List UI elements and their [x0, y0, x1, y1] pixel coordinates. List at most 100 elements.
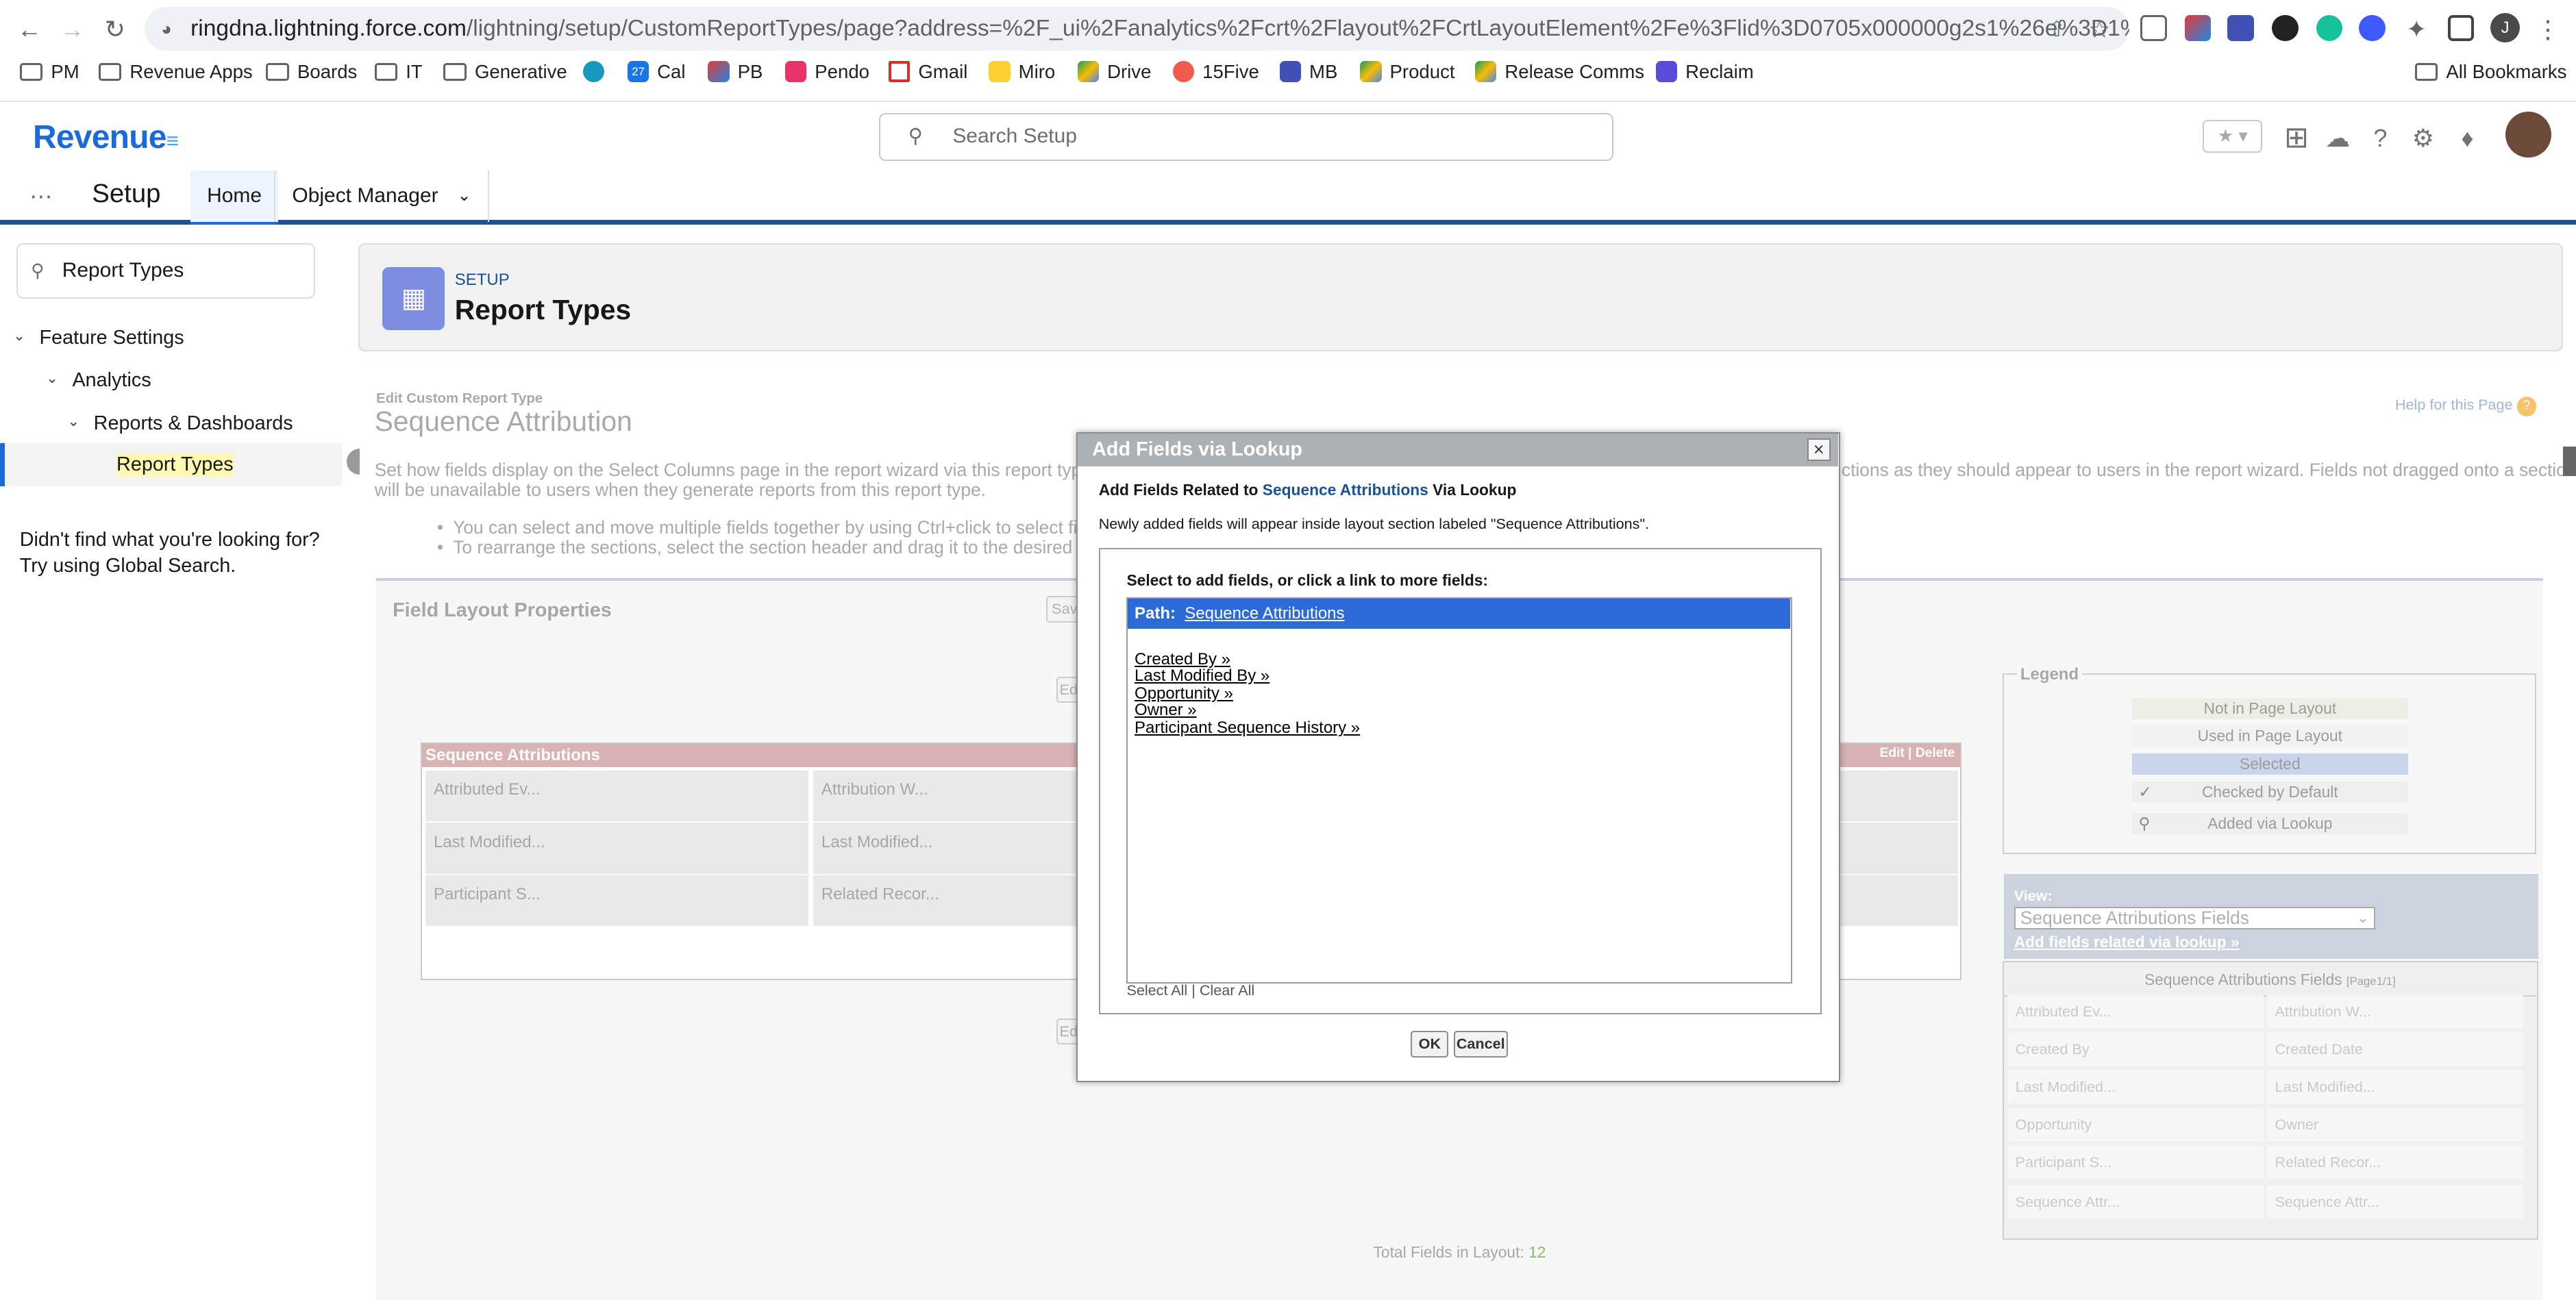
camera-ext-icon[interactable] — [2140, 14, 2167, 41]
tree-report-types[interactable]: Report Types — [116, 453, 234, 476]
menu-icon[interactable]: ⋮ — [2531, 13, 2564, 46]
chevron-down-icon[interactable]: ⌄ — [457, 171, 471, 221]
available-field[interactable]: Attribution W... — [2266, 995, 2523, 1028]
available-field[interactable]: Sequence Attr... — [2266, 1185, 2523, 1218]
ok-button[interactable]: OK — [1411, 1031, 1449, 1058]
bookmark-drive[interactable]: Drive — [1077, 61, 1151, 83]
site-info-icon[interactable]: ◕ — [161, 7, 172, 51]
reload-icon[interactable]: ↻ — [99, 13, 132, 46]
forward-icon[interactable]: → — [56, 13, 89, 46]
scrollbar-thumb[interactable] — [2562, 447, 2576, 477]
bookmark-salesforce[interactable] — [583, 60, 605, 82]
sidepanel-icon[interactable] — [2447, 14, 2475, 41]
all-bookmarks[interactable]: All Bookmarks — [2414, 61, 2566, 83]
add-lookup-link[interactable]: Add fields related via lookup » — [2014, 933, 2240, 951]
back-icon[interactable]: ← — [13, 13, 46, 46]
folder-icon — [19, 62, 43, 81]
notifications-bell-icon[interactable]: ♦ — [2453, 123, 2482, 153]
bookmark-pendo[interactable]: Pendo — [785, 61, 869, 83]
bookmark-pm[interactable]: PM — [19, 61, 79, 83]
view-select[interactable]: Sequence Attributions Fields ⌄ — [2014, 906, 2376, 930]
trailhead-icon[interactable]: ☁ — [2323, 123, 2352, 153]
user-avatar[interactable] — [2505, 112, 2551, 158]
help-for-page-link[interactable]: Help for this Page ? — [2395, 396, 2537, 416]
available-field[interactable]: Sequence Attr... — [2007, 1185, 2264, 1218]
available-field[interactable]: Created By — [2007, 1032, 2264, 1066]
section-title: Sequence Attributions — [425, 745, 600, 764]
quick-find-input[interactable]: ⚲ Report Types — [16, 242, 316, 299]
select-all-link[interactable]: Select All — [1126, 982, 1187, 999]
chevron-down-icon[interactable]: ⌄ — [67, 412, 79, 430]
clear-all-link[interactable]: Clear All — [1200, 982, 1254, 999]
address-bar[interactable]: ◕ ringdna.lightning.force.com/lightning/… — [145, 6, 2129, 51]
help-icon[interactable]: ? — [2366, 123, 2395, 153]
collapse-handle[interactable] — [346, 448, 360, 475]
available-field[interactable]: Participant S... — [2007, 1146, 2264, 1179]
bookmark-mb[interactable]: MB — [1279, 61, 1337, 83]
section-cell[interactable]: Related Recor... — [813, 875, 1076, 927]
available-field[interactable]: Last Modified... — [2007, 1070, 2264, 1103]
extensions-icon[interactable]: ✦ — [2400, 13, 2433, 46]
bookmark-generative[interactable]: Generative — [443, 61, 567, 83]
chevron-down-icon[interactable]: ⌄ — [13, 327, 25, 345]
section-edit-delete[interactable]: Edit | Delete — [1880, 746, 1955, 761]
search-input[interactable]: ⚲ Search Setup — [878, 113, 1613, 161]
section-cell[interactable]: Attribution W... — [813, 770, 1076, 821]
share-icon[interactable]: ⇧ — [2040, 13, 2073, 46]
tab-object-manager[interactable]: Object Manager ⌄ — [274, 171, 489, 222]
grammarly-ext-icon[interactable] — [2316, 14, 2343, 41]
bookmark-it[interactable]: IT — [374, 61, 423, 83]
chevron-down-icon[interactable]: ⌄ — [46, 369, 58, 387]
path-row[interactable]: Path: Sequence Attributions — [1128, 599, 1790, 629]
help-text-line1: Didn't find what you're looking for? — [19, 529, 320, 551]
bookmark-cal[interactable]: 27 Cal — [627, 61, 685, 83]
section-cell-blank[interactable] — [1840, 875, 1959, 927]
mb-ext-icon[interactable] — [2227, 14, 2254, 41]
section-cell[interactable]: Last Modified... — [425, 823, 808, 874]
available-field[interactable]: Attributed Ev... — [2007, 995, 2264, 1028]
close-icon[interactable]: × — [1807, 438, 1831, 462]
available-field[interactable]: Last Modified... — [2266, 1070, 2523, 1103]
lookup-participant-sequence-history[interactable]: Participant Sequence History » — [1135, 718, 1360, 738]
tab-home[interactable]: Home — [190, 171, 279, 227]
tree-reports-dashboards[interactable]: Reports & Dashboards — [94, 412, 293, 435]
cancel-button[interactable]: Cancel — [1453, 1031, 1508, 1058]
ringdna-ext-icon[interactable] — [2359, 14, 2386, 41]
bookmark-reclaim[interactable]: Reclaim — [1655, 61, 1754, 83]
dialog-titlebar[interactable]: Add Fields via Lookup — [1077, 433, 1838, 466]
bookmark-revenue-apps[interactable]: Revenue Apps — [98, 61, 253, 83]
bookmark-15five[interactable]: 15Five — [1173, 61, 1259, 83]
section-cell-blank[interactable] — [1840, 770, 1959, 821]
tree-analytics[interactable]: Analytics — [73, 369, 151, 392]
section-cell[interactable]: Participant S... — [425, 875, 808, 927]
path-link[interactable]: Sequence Attributions — [1185, 604, 1344, 623]
setup-gear-icon[interactable]: ⚙ — [2408, 123, 2438, 153]
lookup-listbox[interactable]: Path: Sequence Attributions Created By »… — [1126, 597, 1792, 984]
global-actions-icon[interactable]: ⊞ — [2282, 123, 2312, 153]
bookmark-product[interactable]: Product — [1360, 61, 1455, 83]
available-field[interactable]: Related Recor... — [2266, 1146, 2523, 1179]
bookmark-pb[interactable]: PB — [708, 61, 763, 83]
profile-avatar[interactable]: J — [2490, 13, 2521, 43]
logo[interactable]: Revenue≡ — [33, 118, 179, 156]
bookmark-miro[interactable]: Miro — [989, 61, 1055, 83]
tree-feature-settings[interactable]: Feature Settings — [40, 327, 184, 349]
app-launcher-icon[interactable]: ⋯ — [29, 182, 59, 212]
available-field[interactable]: Opportunity — [2007, 1108, 2264, 1142]
lookup-owner[interactable]: Owner » — [1135, 701, 1197, 720]
pb-ext-icon[interactable] — [2185, 14, 2212, 41]
section-cell-blank[interactable] — [1840, 823, 1959, 874]
section-cell[interactable]: Attributed Ev... — [425, 770, 808, 821]
gear-ext-icon[interactable] — [2272, 14, 2299, 41]
lookup-last-modified-by[interactable]: Last Modified By » — [1135, 666, 1270, 686]
available-field[interactable]: Owner — [2266, 1108, 2523, 1142]
bookmark-gmail[interactable]: Gmail — [889, 61, 967, 83]
favorites-icon[interactable]: ★ ▾ — [2203, 120, 2262, 153]
star-icon[interactable]: ☆ — [2083, 13, 2116, 46]
bookmark-release-comms[interactable]: Release Comms — [1475, 61, 1644, 83]
bookmark-boards[interactable]: Boards — [266, 61, 357, 83]
screen: ← → ↻ ◕ ringdna.lightning.force.com/ligh… — [0, 0, 2576, 1300]
available-field[interactable]: Created Date — [2266, 1032, 2523, 1066]
tree-report-types-row[interactable]: Report Types — [0, 443, 342, 486]
section-cell[interactable]: Last Modified... — [813, 823, 1076, 874]
